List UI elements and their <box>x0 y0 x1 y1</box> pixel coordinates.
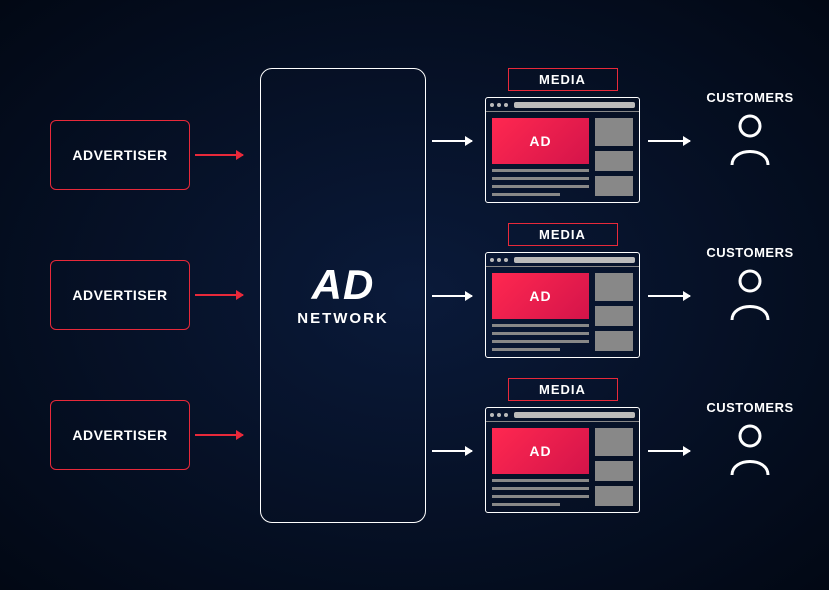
customer-label: CUSTOMERS <box>700 90 800 105</box>
sidebar-block <box>595 331 633 351</box>
customer-group-2: CUSTOMERS <box>700 245 800 322</box>
network-subtitle: NETWORK <box>297 310 389 327</box>
advertiser-box-3: ADVERTISER <box>50 400 190 470</box>
window-dot-icon <box>497 103 501 107</box>
content-line <box>492 169 589 172</box>
sidebar-block <box>595 273 633 301</box>
window-dot-icon <box>497 258 501 262</box>
arrow-media-to-customer-3 <box>648 450 690 452</box>
sidebar-block <box>595 486 633 506</box>
ad-block: AD <box>492 428 589 474</box>
arrow-media-to-customer-2 <box>648 295 690 297</box>
arrow-media-to-customer-1 <box>648 140 690 142</box>
url-bar <box>514 257 635 263</box>
window-dot-icon <box>490 413 494 417</box>
sidebar-block <box>595 428 633 456</box>
window-dot-icon <box>490 103 494 107</box>
advertiser-label: ADVERTISER <box>72 287 167 303</box>
customer-label: CUSTOMERS <box>700 400 800 415</box>
window-dot-icon <box>490 258 494 262</box>
arrow-network-to-media-1 <box>432 140 472 142</box>
sidebar-block <box>595 306 633 326</box>
media-label: MEDIA <box>508 378 618 401</box>
browser-chrome <box>486 98 639 112</box>
media-group-3: MEDIA AD <box>485 378 640 513</box>
arrow-advertiser-to-network-2 <box>195 294 243 296</box>
browser-chrome <box>486 408 639 422</box>
browser-mock-2: AD <box>485 252 640 358</box>
ad-block: AD <box>492 273 589 319</box>
advertiser-box-1: ADVERTISER <box>50 120 190 190</box>
person-icon <box>700 268 800 322</box>
media-group-1: MEDIA AD <box>485 68 640 203</box>
content-line <box>492 340 589 343</box>
customer-label: CUSTOMERS <box>700 245 800 260</box>
media-label: MEDIA <box>508 68 618 91</box>
content-line <box>492 185 589 188</box>
media-label: MEDIA <box>508 223 618 246</box>
customer-group-1: CUSTOMERS <box>700 90 800 167</box>
content-line <box>492 177 589 180</box>
url-bar <box>514 102 635 108</box>
content-line <box>492 348 560 351</box>
content-line <box>492 193 560 196</box>
arrow-advertiser-to-network-3 <box>195 434 243 436</box>
content-line <box>492 495 589 498</box>
person-icon <box>700 423 800 477</box>
person-icon <box>700 113 800 167</box>
window-dot-icon <box>504 103 508 107</box>
customer-group-3: CUSTOMERS <box>700 400 800 477</box>
content-line <box>492 487 589 490</box>
advertiser-box-2: ADVERTISER <box>50 260 190 330</box>
url-bar <box>514 412 635 418</box>
content-line <box>492 503 560 506</box>
content-line <box>492 324 589 327</box>
sidebar-block <box>595 118 633 146</box>
window-dot-icon <box>504 258 508 262</box>
advertiser-label: ADVERTISER <box>72 427 167 443</box>
content-line <box>492 479 589 482</box>
window-dot-icon <box>497 413 501 417</box>
browser-body: AD <box>486 422 639 512</box>
ad-block: AD <box>492 118 589 164</box>
network-title: AD <box>312 264 375 306</box>
arrow-network-to-media-2 <box>432 295 472 297</box>
browser-body: AD <box>486 267 639 357</box>
ad-block-label: AD <box>529 443 551 459</box>
ad-block-label: AD <box>529 288 551 304</box>
media-group-2: MEDIA AD <box>485 223 640 358</box>
sidebar-block <box>595 461 633 481</box>
arrow-advertiser-to-network-1 <box>195 154 243 156</box>
window-dot-icon <box>504 413 508 417</box>
sidebar-block <box>595 176 633 196</box>
content-line <box>492 332 589 335</box>
advertiser-label: ADVERTISER <box>72 147 167 163</box>
ad-block-label: AD <box>529 133 551 149</box>
sidebar-block <box>595 151 633 171</box>
browser-mock-3: AD <box>485 407 640 513</box>
browser-body: AD <box>486 112 639 202</box>
ad-network-box: AD NETWORK <box>260 68 426 523</box>
arrow-network-to-media-3 <box>432 450 472 452</box>
browser-mock-1: AD <box>485 97 640 203</box>
browser-chrome <box>486 253 639 267</box>
